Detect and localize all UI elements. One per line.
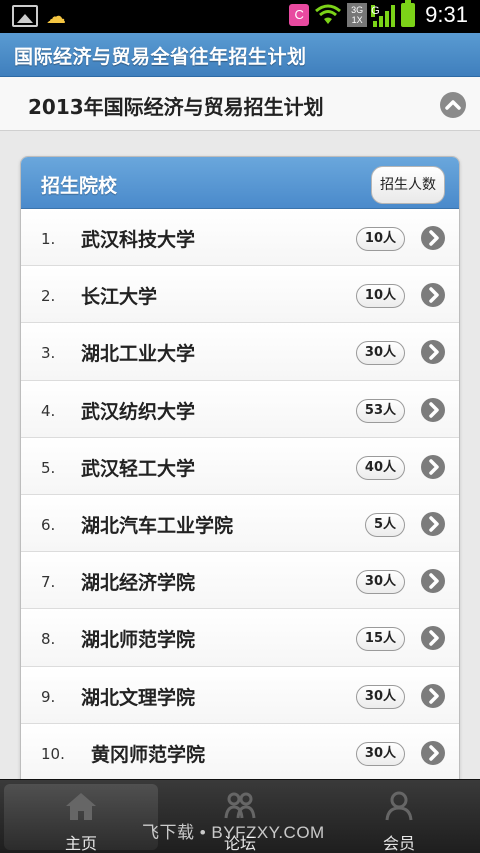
signal-icon: G xyxy=(371,3,396,27)
chevron-right-icon[interactable] xyxy=(421,569,445,594)
page-title: 国际经济与贸易全省往年招生计划 xyxy=(14,46,307,68)
list-item[interactable]: 9. 湖北文理学院 30人 xyxy=(21,666,459,724)
chevron-up-icon xyxy=(445,100,461,110)
section-header[interactable]: 2013年国际经济与贸易招生计划 xyxy=(0,77,480,131)
network-type-icon: 3G 1X xyxy=(347,3,368,27)
nav-item-member[interactable]: 会员 xyxy=(322,784,476,853)
list-header: 招生院校 招生人数 xyxy=(21,157,459,209)
list-item-index: 1. xyxy=(41,230,56,248)
chevron-right-icon[interactable] xyxy=(421,340,445,365)
nav-label-home: 主页 xyxy=(64,834,97,853)
list-item-school-name: 湖北文理学院 xyxy=(81,686,196,709)
wifi-icon xyxy=(315,4,342,24)
list-item-school-name: 黄冈师范学院 xyxy=(91,743,206,766)
nav-item-home[interactable]: 主页 xyxy=(4,784,158,853)
app-notification-icon: C xyxy=(289,4,310,26)
list-item-count-badge: 30人 xyxy=(355,741,405,766)
list-item-count-badge: 10人 xyxy=(355,284,405,309)
list-item[interactable]: 1. 武汉科技大学 10人 xyxy=(21,209,459,267)
list-item-index: 10. xyxy=(41,744,65,763)
network-1x-label: 1X xyxy=(351,15,363,25)
watermark: 飞下载 • BYFZXY.COM xyxy=(142,823,325,842)
list-item[interactable]: 7. 湖北经济学院 30人 xyxy=(21,552,459,610)
network-3g-label: 3G xyxy=(351,5,364,15)
list-item[interactable]: 8. 湖北师范学院 15人 xyxy=(21,609,459,667)
enrollment-count-button[interactable]: 招生人数 xyxy=(371,166,445,204)
list-item-school-name: 湖北经济学院 xyxy=(81,572,196,595)
list-item-school-name: 湖北汽车工业学院 xyxy=(81,514,234,537)
list-item-index: 8. xyxy=(41,630,56,649)
chevron-right-icon[interactable] xyxy=(421,283,445,308)
list-item-school-name: 湖北师范学院 xyxy=(81,629,196,652)
list-item-index: 4. xyxy=(41,401,56,420)
app-header: 国际经济与贸易全省往年招生计划 xyxy=(0,33,480,77)
list-item-count-badge: 30人 xyxy=(355,684,405,709)
list-item[interactable]: 3. 湖北工业大学 30人 xyxy=(21,323,459,381)
network-g-label: G xyxy=(371,5,380,17)
list-item-index: 9. xyxy=(41,687,56,706)
gallery-icon xyxy=(12,5,38,27)
list-item-index: 6. xyxy=(41,515,56,534)
status-bar: ☁ C 3G 1X G 9:31 xyxy=(0,0,480,33)
list-item[interactable]: 10. 黄冈师范学院 30人 xyxy=(21,723,459,781)
member-icon xyxy=(385,791,413,821)
list-item-count-badge: 30人 xyxy=(355,341,405,366)
list-item-index: 2. xyxy=(41,287,56,306)
list-item-count-badge: 40人 xyxy=(355,455,405,480)
status-time: 9:31 xyxy=(425,2,468,27)
list-item-count-badge: 5人 xyxy=(364,512,405,537)
list-item-count-badge: 10人 xyxy=(355,227,405,251)
list-item[interactable]: 4. 武汉纺织大学 53人 xyxy=(21,380,459,438)
list-item-index: 3. xyxy=(41,344,56,363)
chevron-right-icon[interactable] xyxy=(421,683,445,708)
list-item[interactable]: 6. 湖北汽车工业学院 5人 xyxy=(21,494,459,553)
home-icon xyxy=(66,793,96,820)
list-item-school-name: 湖北工业大学 xyxy=(81,343,196,366)
list-item-count-badge: 53人 xyxy=(355,398,405,423)
nav-label-member: 会员 xyxy=(382,834,415,853)
chevron-right-icon[interactable] xyxy=(421,397,445,422)
list-item[interactable]: 2. 长江大学 10人 xyxy=(21,266,459,324)
collapse-button[interactable] xyxy=(440,92,466,118)
list-item-count-badge: 15人 xyxy=(355,627,405,652)
school-list-card: 招生院校 招生人数 1. 武汉科技大学 10人 2. 长江大学 10人 3. 湖北工业大学 30… xyxy=(20,156,460,796)
list-item-index: 7. xyxy=(41,573,56,592)
school-list: 1. 武汉科技大学 10人 2. 长江大学 10人 3. 湖北工业大学 30人 4. 武汉纺织大学 5… xyxy=(21,209,459,781)
list-item-school-name: 武汉纺织大学 xyxy=(81,400,196,423)
section-title: 2013年国际经济与贸易招生计划 xyxy=(28,95,324,119)
chevron-right-icon[interactable] xyxy=(421,226,445,250)
list-item-school-name: 武汉科技大学 xyxy=(81,229,196,251)
list-header-label: 招生院校 xyxy=(41,175,118,197)
list-item[interactable]: 5. 武汉轻工大学 40人 xyxy=(21,437,459,495)
list-item-school-name: 长江大学 xyxy=(81,286,158,309)
chevron-right-icon[interactable] xyxy=(421,740,445,765)
list-item-count-badge: 30人 xyxy=(355,570,405,595)
list-item-school-name: 武汉轻工大学 xyxy=(81,457,196,480)
chevron-right-icon[interactable] xyxy=(421,454,445,479)
weather-icon: ☁ xyxy=(46,4,66,28)
battery-icon xyxy=(401,0,416,27)
chevron-right-icon[interactable] xyxy=(421,626,445,651)
chevron-right-icon[interactable] xyxy=(421,511,445,536)
list-item-index: 5. xyxy=(41,458,56,477)
